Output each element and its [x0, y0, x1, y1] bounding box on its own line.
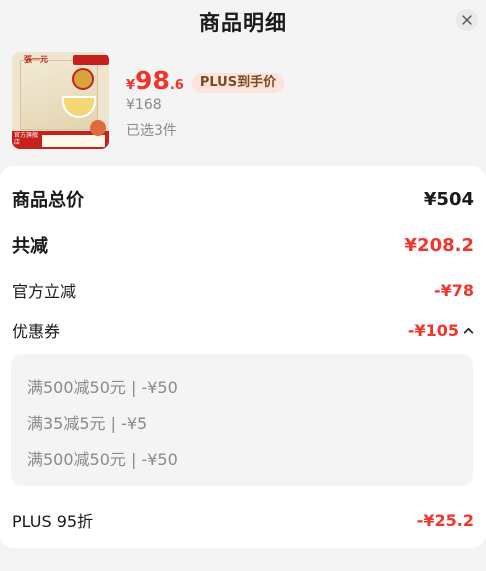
coupon-value[interactable]: -¥105	[408, 321, 474, 340]
total-discount-row: 共减 ¥208.2	[12, 232, 474, 258]
coupon-detail-list: 满500减50元 | -¥50 满35减5元 | -¥5 满500减50元 | …	[11, 354, 473, 486]
total-price-label: 商品总价	[12, 190, 84, 211]
plus-discount-row: PLUS 95折 -¥25.2	[12, 508, 474, 532]
original-price: ¥168	[126, 97, 162, 113]
coupon-item: 满500减50元 | -¥50	[27, 450, 178, 469]
price-detail-card: 商品总价 ¥504 共减 ¥208.2 官方立减 -¥78 优惠券 -¥105 …	[0, 166, 486, 548]
price-integer: 98	[135, 66, 170, 95]
total-discount-label: 共减	[12, 236, 48, 257]
thumbnail-footer-label: 官方旗舰店	[14, 132, 39, 146]
coupon-item: 满35减5元 | -¥5	[27, 414, 148, 433]
plus-price: ¥98.6	[126, 66, 184, 95]
thumbnail-brand: 張一元	[24, 54, 48, 64]
selected-count: 已选3件	[126, 123, 177, 139]
total-price-row: 商品总价 ¥504	[12, 186, 474, 212]
header: 商品明细	[0, 0, 486, 44]
coupon-row[interactable]: 优惠券 -¥105	[12, 318, 474, 342]
medal-icon	[72, 68, 94, 90]
thumbnail-footer-strip	[42, 135, 105, 147]
product-summary: 張一元 官方旗舰店 ¥98.6 PLUS到手价 ¥168 已选3件	[0, 48, 486, 156]
close-icon	[462, 15, 472, 25]
coupon-value-text: -¥105	[407, 320, 459, 340]
official-discount-label: 官方立减	[12, 282, 77, 301]
flower-icon	[90, 120, 106, 136]
thumbnail-ribbon	[73, 55, 109, 65]
plus-price-badge: PLUS到手价	[191, 73, 285, 93]
price-row: ¥98.6 PLUS到手价	[126, 66, 285, 96]
total-price-value: ¥504	[423, 188, 474, 210]
price-decimal: .6	[169, 78, 184, 93]
close-button[interactable]	[456, 9, 478, 31]
total-discount-value: ¥208.2	[404, 234, 474, 256]
official-discount-row: 官方立减 -¥78	[12, 278, 474, 302]
plus-discount-label: PLUS 95折	[12, 512, 94, 531]
page-title: 商品明细	[199, 11, 287, 35]
official-discount-value: -¥78	[433, 280, 474, 300]
coupon-label: 优惠券	[12, 322, 61, 341]
coupon-item: 满500减50元 | -¥50	[27, 378, 178, 397]
chevron-up-icon	[463, 327, 474, 334]
plus-discount-value: -¥25.2	[416, 510, 474, 530]
product-thumbnail[interactable]: 張一元 官方旗舰店	[12, 52, 109, 149]
price-symbol: ¥	[126, 78, 136, 93]
